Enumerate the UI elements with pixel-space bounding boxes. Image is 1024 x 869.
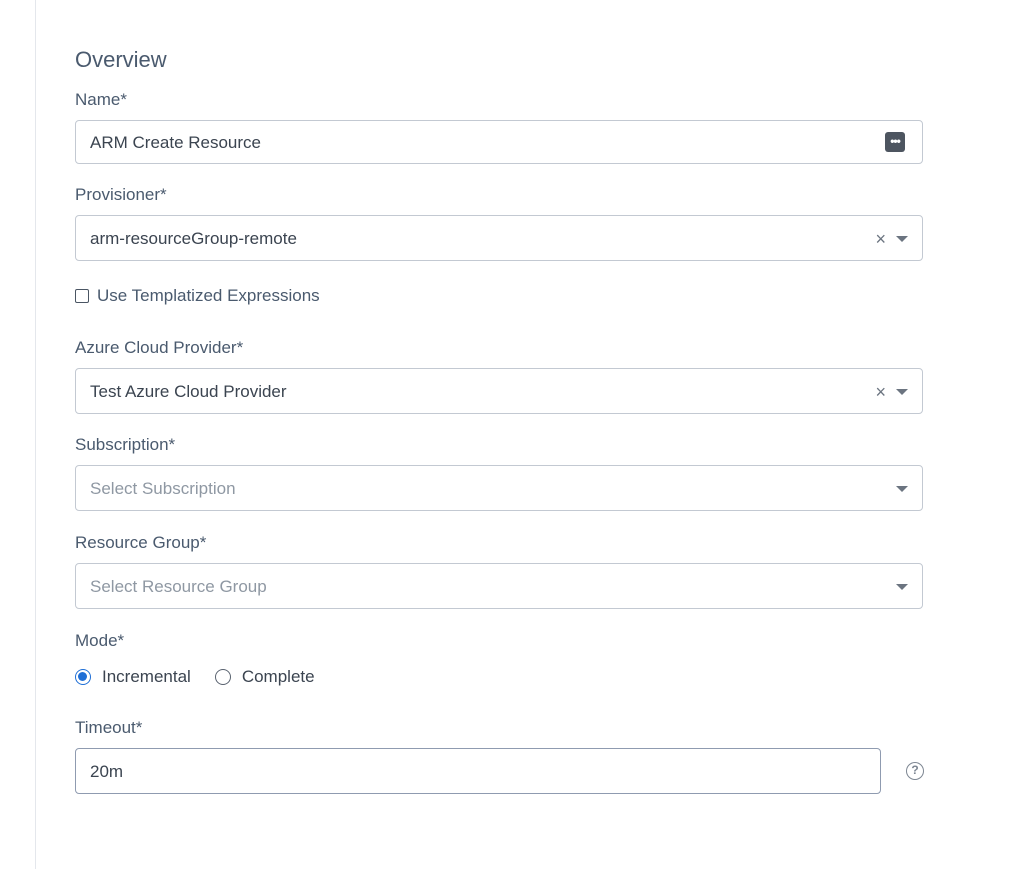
more-horizontal-icon[interactable]: •••	[885, 132, 905, 152]
cloud-provider-value: Test Azure Cloud Provider	[90, 382, 287, 401]
mode-complete-radio[interactable]	[214, 669, 231, 685]
help-icon[interactable]: ?	[906, 762, 924, 780]
mode-incremental-radio[interactable]	[75, 669, 91, 685]
cloud-provider-label: Azure Cloud Provider*	[75, 338, 244, 357]
chevron-down-icon[interactable]	[896, 486, 908, 492]
left-divider	[35, 0, 36, 869]
subscription-label: Subscription*	[75, 435, 176, 454]
chevron-down-icon[interactable]	[896, 389, 908, 395]
timeout-label: Timeout*	[75, 718, 143, 737]
section-title: Overview	[75, 47, 167, 72]
name-label: Name*	[75, 90, 127, 109]
chevron-down-icon[interactable]	[896, 236, 908, 242]
provisioner-label: Provisioner*	[75, 185, 167, 204]
timeout-value[interactable]: 20m	[90, 749, 123, 795]
clear-icon[interactable]: ×	[875, 216, 886, 262]
subscription-placeholder: Select Subscription	[90, 479, 236, 498]
resource-group-placeholder: Select Resource Group	[90, 577, 267, 596]
resource-group-label: Resource Group*	[75, 533, 207, 552]
provisioner-value: arm-resourceGroup-remote	[90, 229, 297, 248]
name-field[interactable]: ARM Create Resource •••	[75, 120, 923, 164]
provisioner-select[interactable]: arm-resourceGroup-remote ×	[75, 215, 923, 261]
templatized-label[interactable]: Use Templatized Expressions	[97, 286, 320, 306]
arm-step-form: Overview Name* ARM Create Resource ••• P…	[0, 0, 1024, 869]
mode-incremental-label[interactable]: Incremental	[102, 667, 191, 687]
templatized-checkbox[interactable]	[75, 289, 89, 303]
mode-label: Mode*	[75, 631, 125, 650]
templatized-row[interactable]: Use Templatized Expressions	[75, 285, 320, 307]
name-value[interactable]: ARM Create Resource	[90, 121, 261, 165]
clear-icon[interactable]: ×	[875, 369, 886, 415]
chevron-down-icon[interactable]	[896, 584, 908, 590]
timeout-input[interactable]: 20m	[75, 748, 881, 794]
subscription-select[interactable]: Select Subscription	[75, 465, 923, 511]
cloud-provider-select[interactable]: Test Azure Cloud Provider ×	[75, 368, 923, 414]
mode-radio-group: Incremental Complete	[75, 666, 339, 688]
mode-complete-label[interactable]: Complete	[242, 667, 315, 687]
resource-group-select[interactable]: Select Resource Group	[75, 563, 923, 609]
